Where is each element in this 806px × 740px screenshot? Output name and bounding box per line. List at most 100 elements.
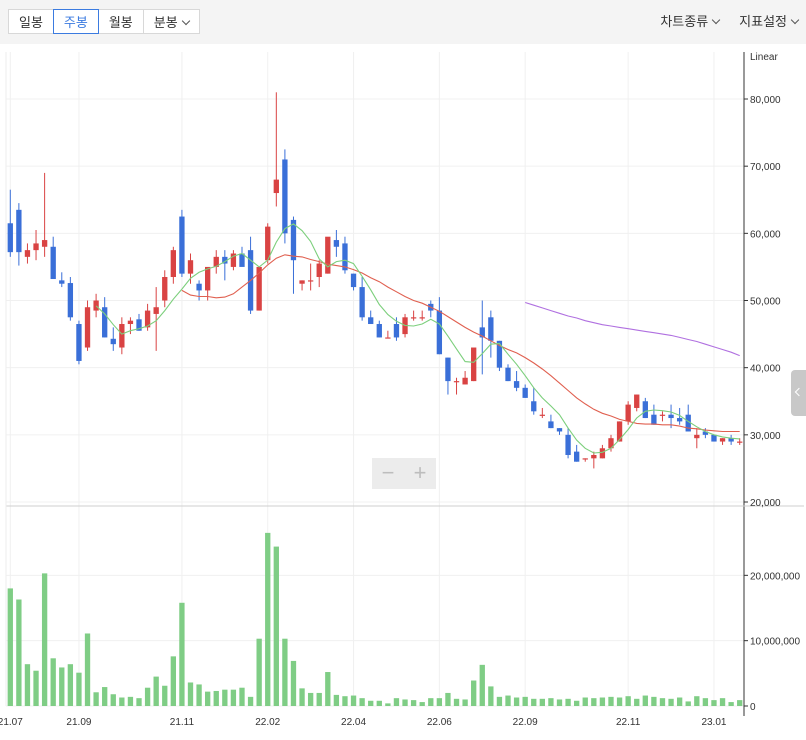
x-tick-label: 22.11 (616, 717, 641, 728)
candle-body (599, 448, 606, 459)
candle-body (659, 414, 666, 416)
volume-tick-label: 20,000,000 (750, 571, 800, 582)
volume-bar (393, 698, 400, 706)
candle-body (299, 280, 305, 284)
tab-minute[interactable]: 분봉 (142, 9, 200, 34)
candle-body (625, 404, 631, 422)
candle-body (359, 287, 365, 318)
candle-body (16, 209, 22, 253)
candle-body (436, 310, 443, 355)
candle-body (84, 307, 91, 348)
volume-bar (239, 687, 245, 706)
candle-body (582, 458, 588, 460)
moving-average-short-line (95, 223, 740, 454)
tab-monthly[interactable]: 월봉 (97, 9, 144, 34)
volume-bar (436, 698, 443, 706)
candle-body (162, 277, 168, 301)
indicator-settings-dropdown[interactable]: 지표설정 (739, 9, 800, 34)
zoom-out-button[interactable]: − (372, 458, 404, 489)
chevron-down-icon (790, 15, 800, 25)
volume-bar (76, 672, 82, 706)
volume-bar (256, 638, 262, 706)
side-panel-toggle[interactable] (791, 370, 806, 416)
volume-tick-label: 0 (750, 702, 756, 713)
tab-weekly[interactable]: 주봉 (52, 9, 99, 34)
volume-bar (599, 697, 606, 706)
volume-bar (24, 664, 31, 706)
candle-body (76, 324, 82, 361)
volume-bar (685, 701, 691, 706)
volume-bar (634, 698, 640, 706)
candle-body (205, 266, 211, 291)
candle-body (325, 236, 331, 274)
volume-bar (359, 698, 365, 706)
moving-average-mid-line (181, 254, 740, 433)
volume-bar (419, 702, 425, 706)
candle-body (419, 317, 425, 319)
volume-bar (505, 695, 511, 706)
volume-bar (84, 633, 91, 706)
candle-body (694, 434, 700, 439)
x-tick-label: 22.04 (341, 717, 366, 728)
volume-bar (127, 696, 134, 706)
volume-bar (153, 676, 159, 706)
price-tick-label: 70,000 (750, 162, 781, 173)
candle-body (548, 421, 554, 429)
volume-bar (608, 696, 614, 706)
volume-bar (162, 685, 168, 706)
chevron-left-icon (794, 387, 804, 397)
volume-bar (299, 688, 305, 706)
zoom-in-button[interactable]: + (404, 458, 436, 489)
volume-bar (93, 692, 99, 706)
candle-body (393, 324, 400, 338)
candle-body (33, 243, 39, 251)
volume-bar (453, 698, 460, 706)
candle-body (67, 283, 74, 318)
volume-bar (170, 656, 176, 706)
price-tick-label: 40,000 (750, 364, 781, 375)
volume-bar (651, 696, 657, 706)
volume-bar (531, 698, 537, 706)
volume-bar (205, 691, 211, 706)
volume-bar (102, 687, 108, 706)
volume-bar (325, 672, 331, 706)
chart-options-menu: 차트종류 지표설정 (640, 9, 800, 34)
volume-bar (67, 664, 74, 706)
indicator-settings-label: 지표설정 (739, 14, 787, 29)
volume-bar (625, 696, 631, 706)
volume-bar (41, 573, 48, 706)
chart-type-dropdown[interactable]: 차트종류 (660, 9, 721, 34)
moving-average-long-line (525, 301, 740, 357)
chart-toolbar: 일봉 주봉 월봉 분봉 차트종류 지표설정 (0, 0, 806, 44)
candle-body (316, 263, 322, 277)
volume-bar (513, 697, 520, 706)
volume-bar (428, 698, 434, 706)
candle-body (531, 401, 537, 412)
candle-body (565, 434, 571, 455)
volume-bar (290, 660, 297, 706)
volume-bar (230, 689, 237, 706)
candle-body (453, 381, 460, 383)
candle-body (634, 394, 640, 408)
candle-body (59, 280, 65, 284)
tab-daily[interactable]: 일봉 (8, 9, 54, 34)
candle-body (127, 320, 134, 325)
candle-body (41, 240, 48, 247)
stock-chart[interactable]: Linear 20,000 30,000 40,000 50,000 60,000 70,0… (0, 44, 806, 740)
price-tick-label: 30,000 (750, 431, 781, 442)
volume-bar (110, 694, 116, 706)
price-tick-label: 20,000 (750, 498, 781, 509)
volume-bar (16, 599, 22, 706)
candle-body (522, 387, 528, 398)
volume-bar (342, 696, 348, 706)
volume-bar (196, 684, 202, 706)
volume-bar (187, 682, 194, 706)
candle-body (196, 283, 202, 291)
volume-bar (7, 588, 13, 706)
candle-body (711, 434, 717, 442)
volume-bar (539, 698, 545, 706)
volume-bar (247, 696, 254, 706)
chart-type-label: 차트종류 (660, 14, 709, 29)
candle-body (307, 280, 314, 282)
volume-bar (445, 692, 451, 706)
